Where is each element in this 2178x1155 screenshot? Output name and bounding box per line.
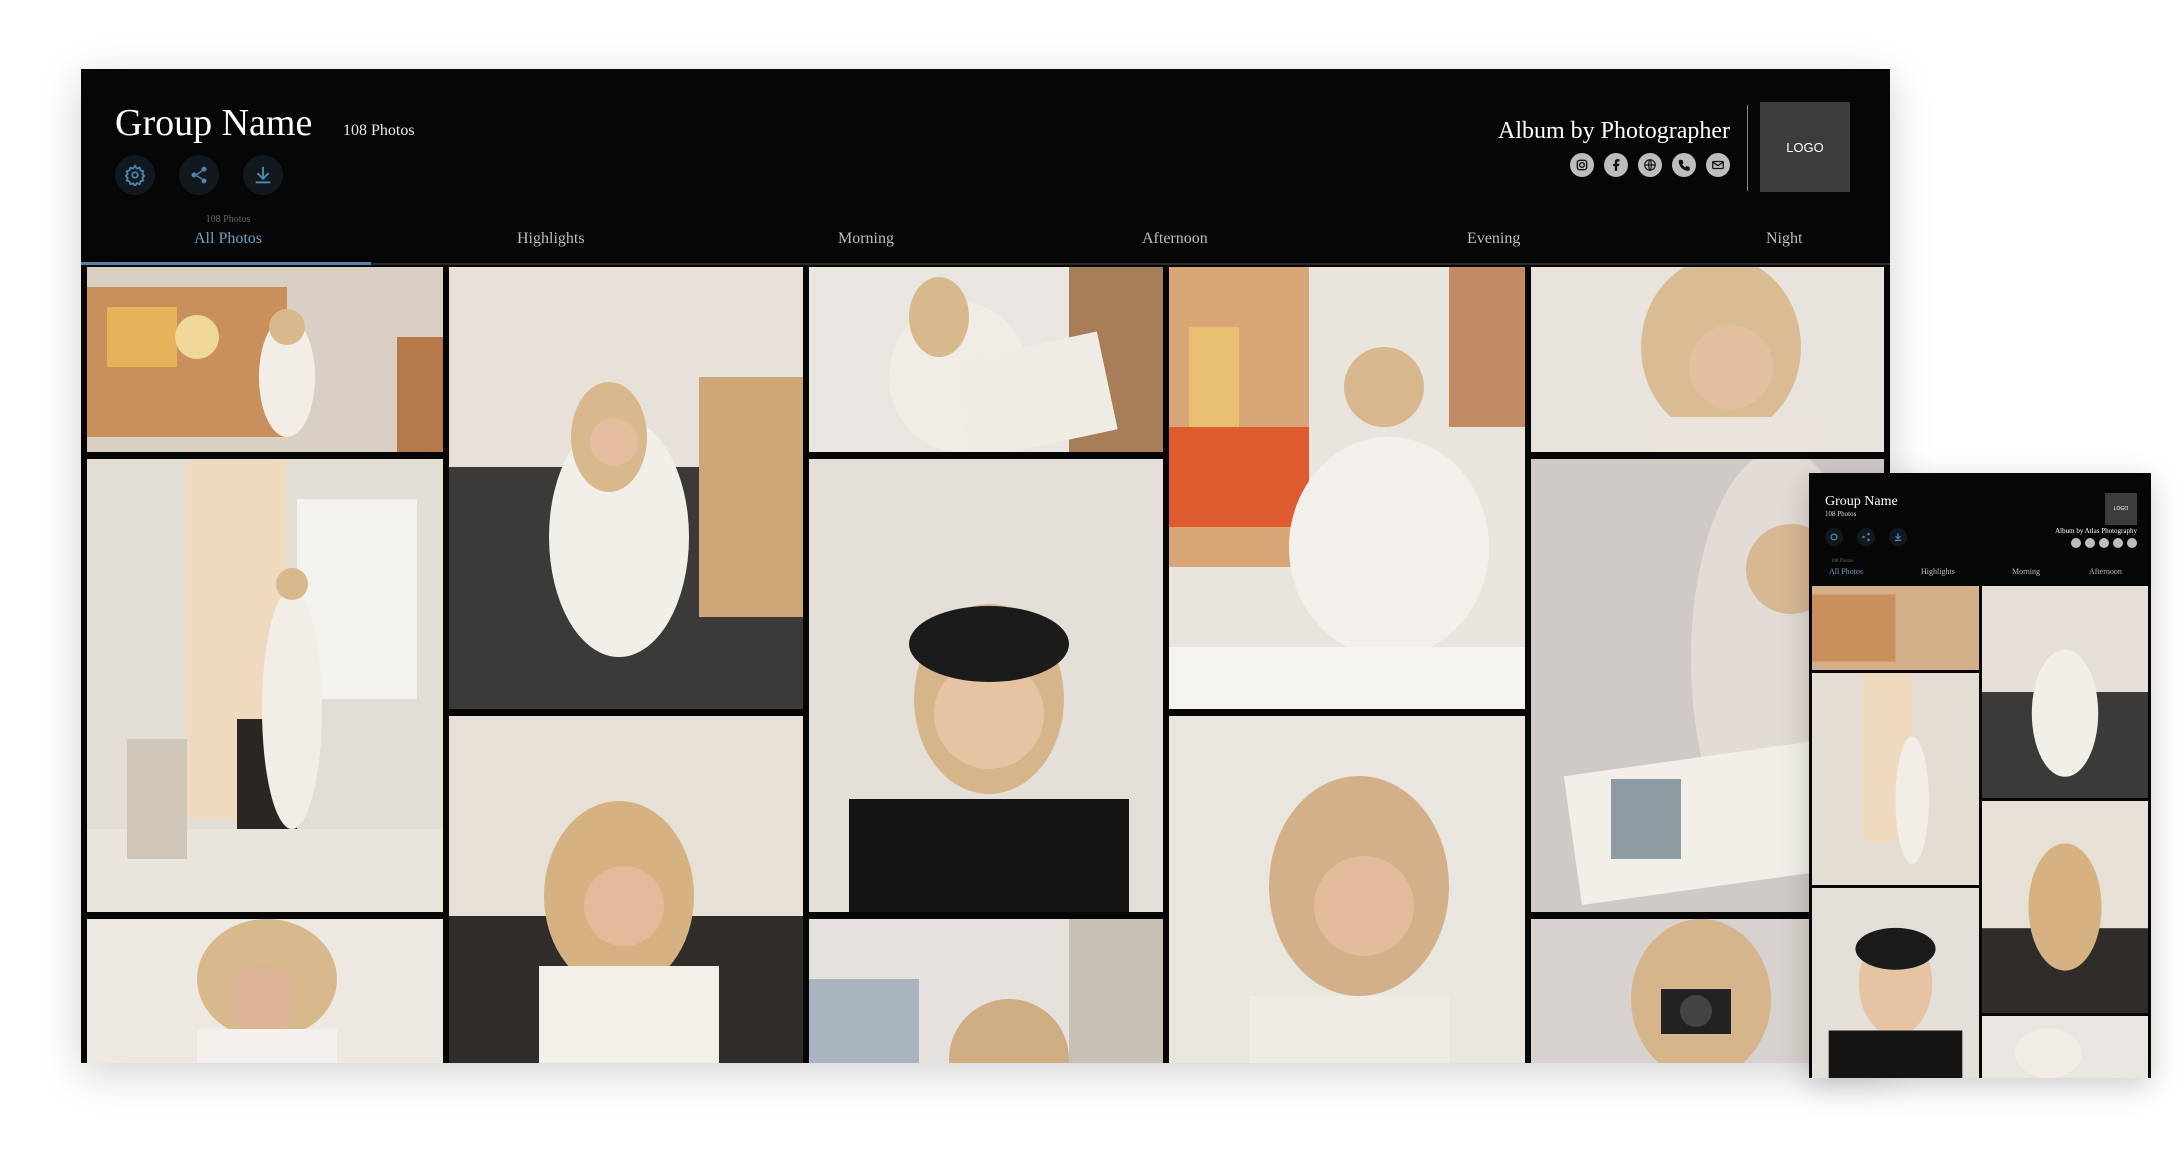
mini-tabs: 108 Photos All Photos Highlights Morning… (1809, 553, 2151, 583)
download-button[interactable] (243, 155, 283, 195)
mobile-preview: Group Name 108 Photos LOGO Album by Atla… (1809, 473, 2151, 1078)
photo-tile[interactable] (449, 716, 803, 1063)
photo-tile[interactable] (1169, 716, 1525, 1063)
mini-tab-sub: 108 Photos (1831, 559, 1854, 564)
photo-tile[interactable] (1812, 673, 1979, 885)
instagram-icon[interactable] (1570, 153, 1594, 177)
header-divider (1747, 105, 1748, 191)
photo-tile[interactable] (87, 919, 443, 1063)
settings-icon (124, 164, 146, 186)
instagram-icon[interactable] (2071, 538, 2081, 548)
category-tabs: 108 Photos All Photos Highlights Morning… (81, 214, 1890, 265)
phone-icon[interactable] (1672, 153, 1696, 177)
mini-tab-highlights[interactable]: Highlights (1921, 567, 1955, 576)
photo-tile[interactable] (809, 267, 1163, 452)
tab-morning[interactable]: Morning (838, 230, 894, 248)
album-by-label: Album by Photographer (1498, 118, 1730, 144)
share-button[interactable] (179, 155, 219, 195)
facebook-icon[interactable] (1604, 153, 1628, 177)
group-title: Group Name (115, 102, 313, 144)
share-icon (1862, 532, 1870, 542)
settings-button[interactable] (115, 155, 155, 195)
photo-tile[interactable] (1982, 801, 2148, 1013)
photo-tile[interactable] (1982, 1016, 2148, 1078)
facebook-icon[interactable] (2085, 538, 2095, 548)
tab-label: All Photos (194, 230, 263, 247)
website-icon[interactable] (1638, 153, 1662, 177)
tab-night[interactable]: Night (1766, 230, 1802, 248)
toolbar (115, 155, 283, 195)
mini-settings-button[interactable] (1825, 528, 1843, 546)
mini-toolbar (1825, 528, 1907, 546)
photo-tile[interactable] (87, 459, 443, 912)
photo-tile[interactable] (1812, 888, 1979, 1078)
mini-tab-all-photos[interactable]: All Photos (1829, 567, 1863, 576)
website-icon[interactable] (2099, 538, 2109, 548)
logo-placeholder: LOGO (1760, 102, 1850, 192)
email-icon[interactable] (1706, 153, 1730, 177)
photo-tile[interactable] (449, 267, 803, 709)
album-header: Group Name 108 Photos Album by Photograp… (81, 69, 1890, 265)
download-icon (255, 166, 271, 184)
album-window: Group Name 108 Photos Album by Photograp… (81, 69, 1890, 1063)
tab-afternoon[interactable]: Afternoon (1142, 230, 1208, 248)
social-links (1570, 153, 1730, 177)
phone-icon[interactable] (2113, 538, 2123, 548)
tab-evening[interactable]: Evening (1467, 230, 1520, 248)
tab-highlights[interactable]: Highlights (517, 230, 585, 248)
mini-tab-afternoon[interactable]: Afternoon (2089, 567, 2122, 576)
photo-tile[interactable] (809, 919, 1163, 1063)
settings-icon (1830, 533, 1838, 541)
mini-logo: LOGO (2105, 493, 2137, 525)
mini-download-button[interactable] (1889, 528, 1907, 546)
email-icon[interactable] (2127, 538, 2137, 548)
mini-album-by: Album by Atlas Photography (2055, 527, 2137, 535)
tab-all-photos[interactable]: 108 Photos All Photos (194, 214, 263, 248)
photo-count: 108 Photos (343, 122, 415, 139)
mini-tab-morning[interactable]: Morning (2012, 567, 2040, 576)
active-tab-underline (81, 262, 371, 265)
mini-social-links (2071, 538, 2137, 548)
photo-tile[interactable] (1531, 267, 1884, 452)
photo-tile[interactable] (1169, 267, 1525, 709)
tab-sub-count: 108 Photos (205, 214, 251, 225)
share-icon (191, 166, 207, 184)
mini-group-title: Group Name (1825, 494, 1898, 509)
photo-tile[interactable] (1812, 586, 1979, 670)
download-icon (1894, 533, 1902, 541)
mini-share-button[interactable] (1857, 528, 1875, 546)
photo-tile[interactable] (87, 267, 443, 452)
photo-tile[interactable] (809, 459, 1163, 912)
photo-tile[interactable] (1982, 586, 2148, 798)
mini-photo-count: 108 Photos (1825, 510, 1857, 518)
